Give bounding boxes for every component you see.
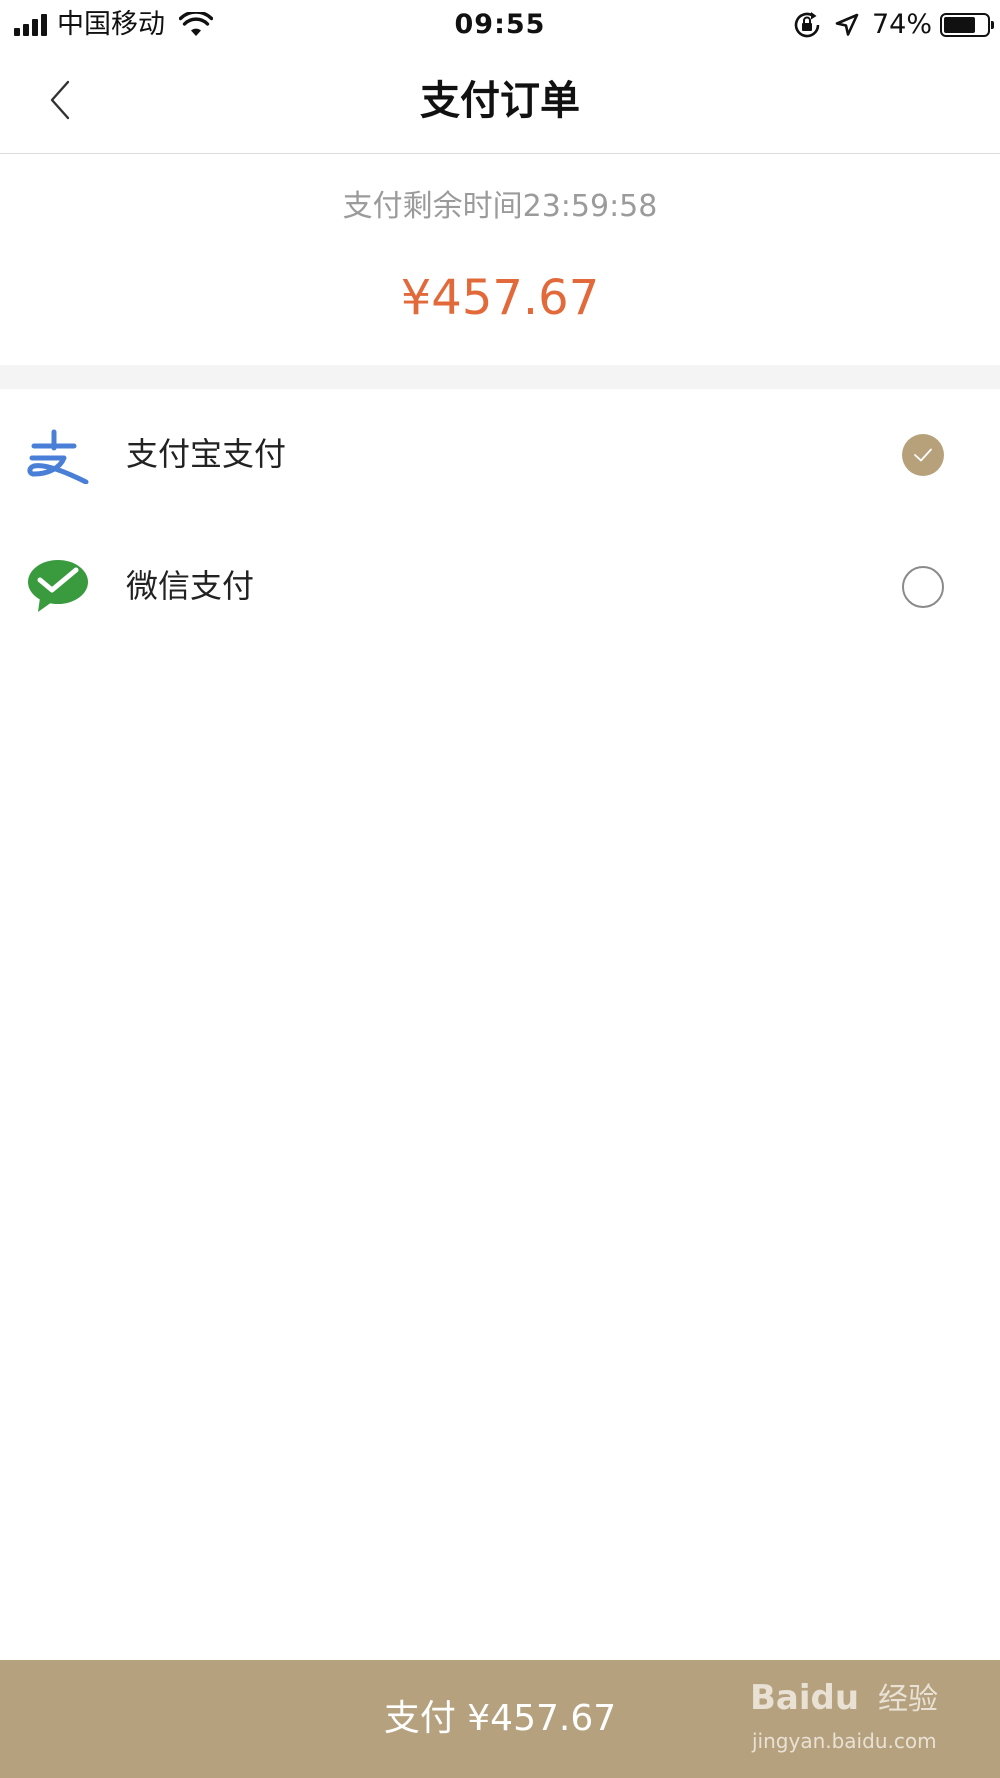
baidu-jingyan-watermark: Baidu 经验 jingyan.baidu.com xyxy=(750,1672,950,1768)
section-divider xyxy=(0,365,1000,389)
status-right: 74% xyxy=(792,8,994,42)
wechat-pay-icon xyxy=(28,560,88,612)
rotation-lock-icon xyxy=(794,12,820,38)
order-amount: ¥457.67 xyxy=(400,270,600,326)
watermark-brand: Baidu xyxy=(750,1678,860,1718)
payment-countdown: 支付剩余时间23:59:58 xyxy=(342,189,658,224)
checkmark-icon xyxy=(914,448,932,462)
location-arrow-icon xyxy=(835,13,859,36)
status-bar: 中国移动 09:55 74% xyxy=(0,0,1000,50)
page-title: 支付订单 xyxy=(420,78,580,124)
battery-level-fill xyxy=(944,17,975,33)
battery-percent: 74% xyxy=(871,9,932,40)
radio-selected[interactable] xyxy=(902,434,944,476)
payment-option-label: 微信支付 xyxy=(126,567,255,605)
battery-icon xyxy=(940,13,994,37)
pay-button-label: 支付 ¥457.67 xyxy=(383,1698,617,1739)
watermark-brand-cn: 经验 xyxy=(878,1682,938,1717)
nav-bar: 支付订单 xyxy=(0,50,1000,154)
alipay-icon xyxy=(27,429,89,484)
payment-option-label: 支付宝支付 xyxy=(126,435,287,473)
payment-option-alipay[interactable]: 支付宝支付 xyxy=(0,390,1000,520)
watermark-url: jingyan.baidu.com xyxy=(752,1729,937,1753)
radio-unselected[interactable] xyxy=(902,566,944,608)
payment-option-wechat[interactable]: 微信支付 xyxy=(0,522,1000,652)
